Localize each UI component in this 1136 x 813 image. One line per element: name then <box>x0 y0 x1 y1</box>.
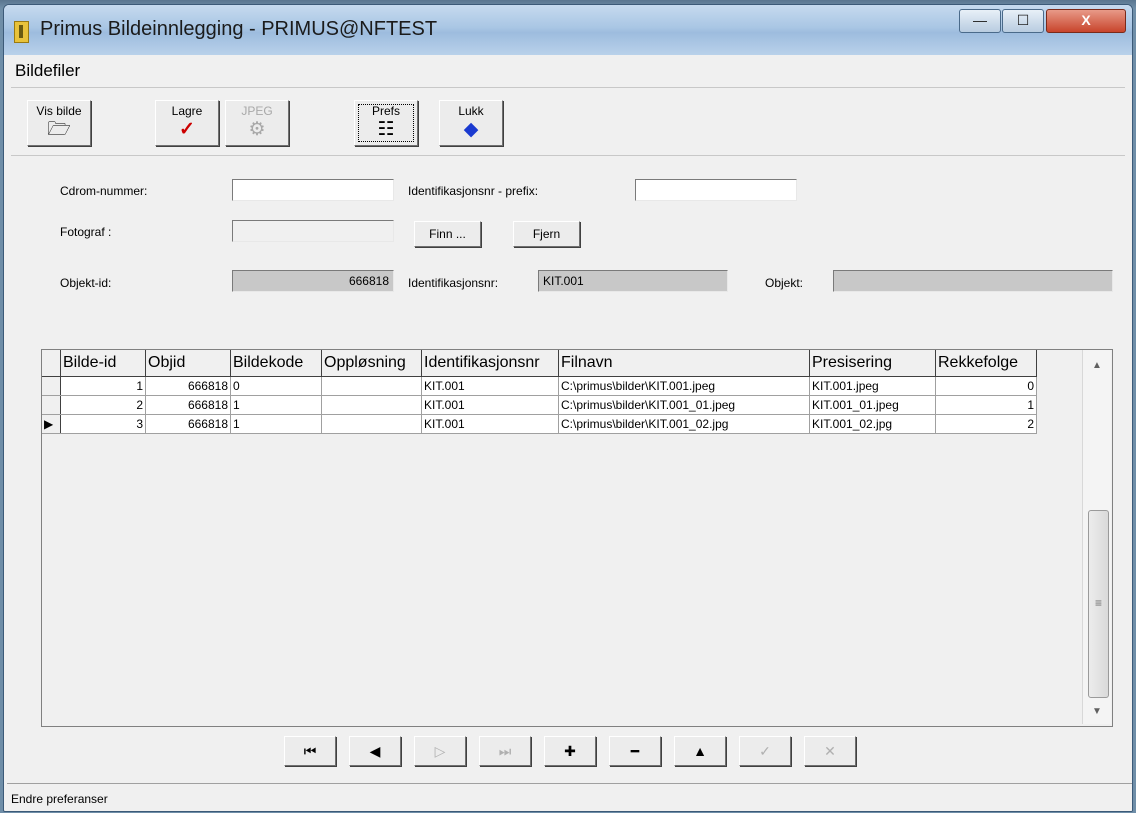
cell-objid[interactable]: 666818 <box>145 376 231 396</box>
primus-app-icon <box>14 21 29 43</box>
jpeg-convert-icon: ⚙ <box>248 119 266 140</box>
objekt-id-field <box>232 270 394 292</box>
cell-rekkefolge[interactable]: 2 <box>935 414 1037 434</box>
cell-bildekode[interactable]: 0 <box>230 376 322 396</box>
title-bar[interactable]: Primus Bildeinnlegging - PRIMUS@NFTEST —… <box>4 5 1132 55</box>
scroll-thumb[interactable]: ≡ <box>1088 510 1109 698</box>
cell-rekkefolge[interactable]: 0 <box>935 376 1037 396</box>
cell-filnavn[interactable]: C:\primus\bilder\KIT.001_01.jpeg <box>558 395 810 415</box>
identnr-label: Identifikasjonsnr: <box>408 276 499 290</box>
fotograf-label: Fotograf : <box>60 225 112 239</box>
checkmark-icon: ✓ <box>179 119 195 140</box>
cell-opplosning[interactable] <box>321 376 422 396</box>
cell-bilde-id[interactable]: 2 <box>60 395 146 415</box>
vis-bilde-label: Vis bilde <box>36 104 82 118</box>
preferences-tree-icon: ☷ <box>377 119 395 140</box>
header-objid[interactable]: Objid <box>145 350 231 377</box>
nav-prior-icon[interactable]: ◀ <box>349 736 401 766</box>
main-window: Primus Bildeinnlegging - PRIMUS@NFTEST —… <box>3 4 1133 812</box>
lagre-label: Lagre <box>171 104 203 118</box>
cell-presisering[interactable]: KIT.001_01.jpeg <box>809 395 936 415</box>
cell-rekkefolge[interactable]: 1 <box>935 395 1037 415</box>
lukk-label: Lukk <box>458 104 484 118</box>
header-bildekode[interactable]: Bildekode <box>230 350 322 377</box>
lagre-button[interactable]: Lagre ✓ <box>155 100 219 146</box>
nav-next-icon[interactable]: ▷ <box>414 736 466 766</box>
menu-bildefiler[interactable]: Bildefiler <box>15 61 80 81</box>
scroll-grip-icon: ≡ <box>1094 596 1102 610</box>
objekt-label: Objekt: <box>765 276 804 290</box>
header-identifikasjonsnr[interactable]: Identifikasjonsnr <box>421 350 559 377</box>
objekt-id-label: Objekt-id: <box>60 276 112 290</box>
nav-insert-icon[interactable]: ✚ <box>544 736 596 766</box>
cell-presisering[interactable]: KIT.001.jpeg <box>809 376 936 396</box>
header-filnavn[interactable]: Filnavn <box>558 350 810 377</box>
row-indicator: ▶ <box>42 414 61 434</box>
identnr-field <box>538 270 728 292</box>
cell-bildekode[interactable]: 1 <box>230 414 322 434</box>
table-row[interactable]: 1 666818 0 KIT.001 C:\primus\bilder\KIT.… <box>42 376 1037 396</box>
window-title: Primus Bildeinnlegging - PRIMUS@NFTEST <box>40 18 438 40</box>
prefs-button[interactable]: Prefs ☷ <box>354 100 418 146</box>
prefs-label: Prefs <box>371 104 400 118</box>
prefix-input[interactable] <box>635 179 797 201</box>
finn-button[interactable]: Finn ... <box>414 221 481 247</box>
fjern-button[interactable]: Fjern <box>513 221 580 247</box>
cell-bilde-id[interactable]: 1 <box>60 376 146 396</box>
cell-presisering[interactable]: KIT.001_02.jpg <box>809 414 936 434</box>
prefix-label: Identifikasjonsnr - prefix: <box>408 184 539 198</box>
grid-vertical-scrollbar[interactable]: ▲ ≡ ▼ <box>1082 350 1111 724</box>
nav-last-icon[interactable]: ⏭ <box>479 736 531 766</box>
row-indicator <box>42 376 61 396</box>
cell-bilde-id[interactable]: 3 <box>60 414 146 434</box>
cell-opplosning[interactable] <box>321 414 422 434</box>
cell-objid[interactable]: 666818 <box>145 414 231 434</box>
header-rekkefolge[interactable]: Rekkefolge <box>935 350 1037 377</box>
cell-identnr[interactable]: KIT.001 <box>421 395 559 415</box>
row-indicator <box>42 395 61 415</box>
lukk-button[interactable]: Lukk ◆ <box>439 100 503 146</box>
scroll-up-icon[interactable]: ▲ <box>1083 356 1111 376</box>
menu-bar: Bildefiler <box>11 57 1125 85</box>
maximize-button[interactable]: ☐ <box>1002 9 1044 33</box>
image-table: Bilde-id Objid Bildekode Oppløsning Iden… <box>42 350 1037 434</box>
nav-first-icon[interactable]: ⏮ <box>284 736 336 766</box>
cell-opplosning[interactable] <box>321 395 422 415</box>
cell-bildekode[interactable]: 1 <box>230 395 322 415</box>
image-grid: Bilde-id Objid Bildekode Oppløsning Iden… <box>41 349 1113 727</box>
jpeg-label: JPEG <box>241 104 273 118</box>
grid-header-row: Bilde-id Objid Bildekode Oppløsning Iden… <box>42 350 1037 377</box>
nav-delete-icon[interactable]: ━ <box>609 736 661 766</box>
toolbar: Vis bilde 🗁 Lagre ✓ JPEG ⚙ Prefs ☷ Lukk … <box>11 87 1125 154</box>
nav-cancel-icon[interactable]: ✕ <box>804 736 856 766</box>
header-opplosning[interactable]: Oppløsning <box>321 350 422 377</box>
vis-bilde-button[interactable]: Vis bilde 🗁 <box>27 100 91 146</box>
header-presisering[interactable]: Presisering <box>809 350 936 377</box>
table-row[interactable]: 2 666818 1 KIT.001 C:\primus\bilder\KIT.… <box>42 395 1037 415</box>
header-bilde-id[interactable]: Bilde-id <box>60 350 146 377</box>
status-text: Endre preferanser <box>11 792 108 806</box>
status-bar: Endre preferanser <box>7 783 1132 811</box>
blue-book-icon: ◆ <box>463 119 479 140</box>
form-panel: Cdrom-nummer: Identifikasjonsnr - prefix… <box>11 155 1125 318</box>
cell-identnr[interactable]: KIT.001 <box>421 414 559 434</box>
nav-post-icon[interactable]: ✓ <box>739 736 791 766</box>
jpeg-button[interactable]: JPEG ⚙ <box>225 100 289 146</box>
folder-open-icon: 🗁 <box>47 119 71 140</box>
minimize-button[interactable]: — <box>959 9 1001 33</box>
table-row[interactable]: ▶ 3 666818 1 KIT.001 C:\primus\bilder\KI… <box>42 414 1037 434</box>
cdrom-label: Cdrom-nummer: <box>60 184 148 198</box>
scroll-down-icon[interactable]: ▼ <box>1083 702 1111 722</box>
indicator-header <box>42 350 61 377</box>
cell-filnavn[interactable]: C:\primus\bilder\KIT.001.jpeg <box>558 376 810 396</box>
nav-edit-icon[interactable]: ▲ <box>674 736 726 766</box>
cell-filnavn[interactable]: C:\primus\bilder\KIT.001_02.jpg <box>558 414 810 434</box>
cdrom-input[interactable] <box>232 179 394 201</box>
close-button[interactable]: X <box>1046 9 1126 33</box>
fotograf-input[interactable] <box>232 220 394 242</box>
cell-identnr[interactable]: KIT.001 <box>421 376 559 396</box>
objekt-field <box>833 270 1113 292</box>
cell-objid[interactable]: 666818 <box>145 395 231 415</box>
